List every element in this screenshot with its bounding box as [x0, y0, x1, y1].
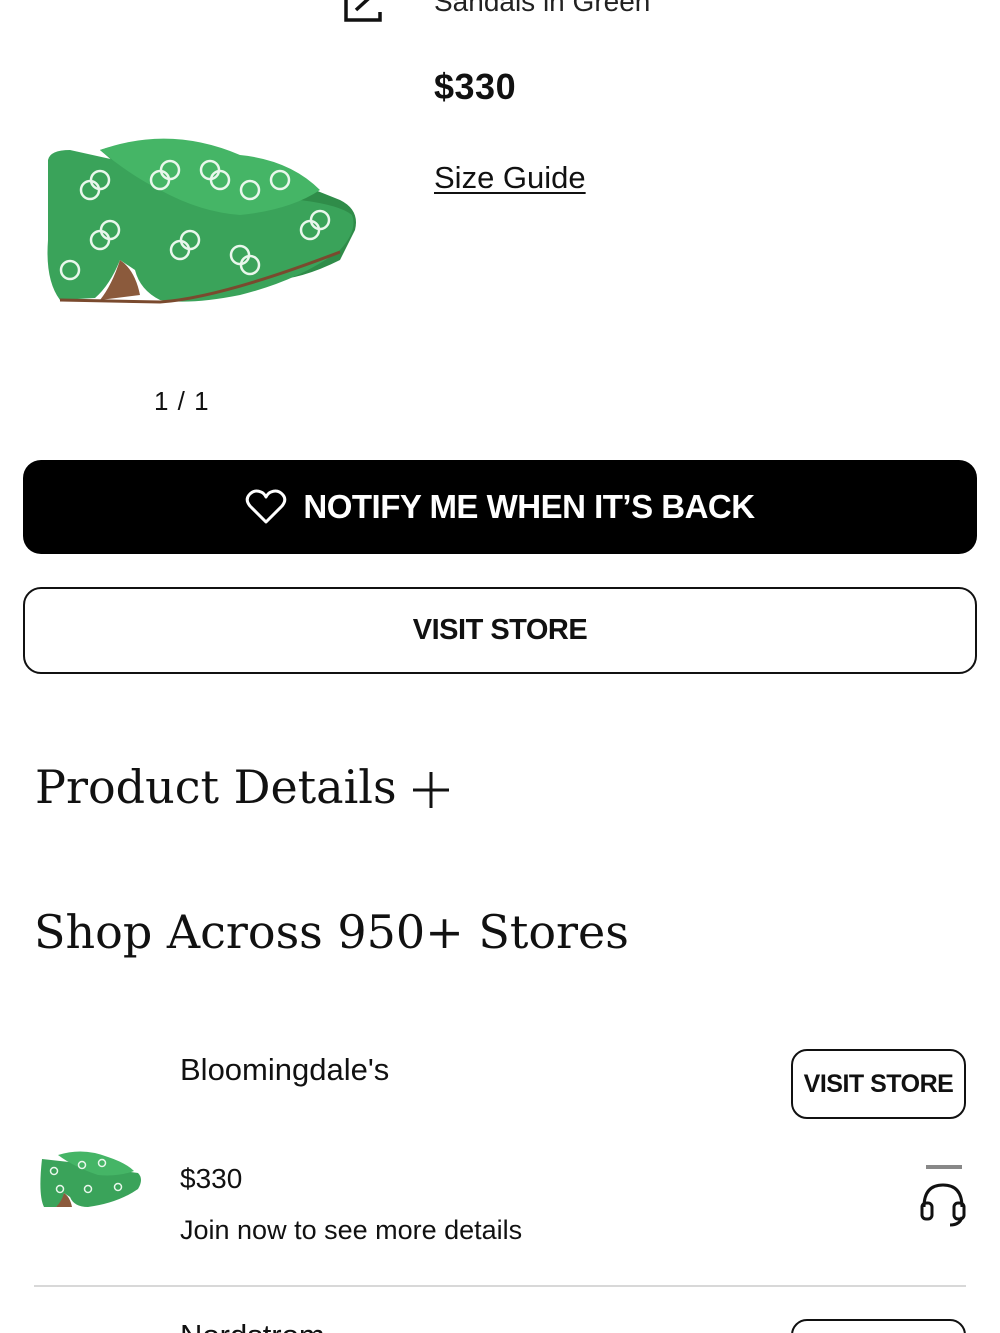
- product-price: $330: [434, 66, 517, 107]
- store-product-thumbnail[interactable]: [38, 1145, 144, 1211]
- notify-me-button[interactable]: NOTIFY ME WHEN IT’S BACK: [23, 460, 977, 554]
- headset-icon[interactable]: [916, 1163, 970, 1231]
- store-divider: [34, 1285, 966, 1287]
- size-guide-link[interactable]: Size Guide: [434, 160, 586, 196]
- share-icon[interactable]: [340, 0, 388, 24]
- product-title: Sandals in Green: [434, 0, 651, 17]
- store-name: Nordstrom: [180, 1318, 325, 1333]
- visit-store-label: VISIT STORE: [412, 614, 588, 646]
- store-join-note: Join now to see more details: [180, 1215, 523, 1245]
- plus-icon: [411, 767, 451, 808]
- heart-icon: [245, 489, 287, 525]
- visit-store-button[interactable]: VISIT STORE: [23, 587, 977, 674]
- shop-across-heading: Shop Across 950+ Stores: [34, 905, 629, 959]
- store-visit-button[interactable]: [791, 1319, 966, 1333]
- notify-me-label: NOTIFY ME WHEN IT’S BACK: [303, 488, 755, 525]
- store-visit-button[interactable]: VISIT STORE: [791, 1049, 966, 1119]
- image-pager: 1 / 1: [154, 386, 210, 416]
- product-image[interactable]: [40, 120, 360, 320]
- store-visit-label: VISIT STORE: [803, 1069, 954, 1098]
- product-details-label: Product Details: [35, 760, 397, 814]
- store-price: $330: [180, 1163, 243, 1194]
- store-name: Bloomingdale's: [180, 1052, 390, 1087]
- product-details-toggle[interactable]: Product Details: [35, 760, 451, 814]
